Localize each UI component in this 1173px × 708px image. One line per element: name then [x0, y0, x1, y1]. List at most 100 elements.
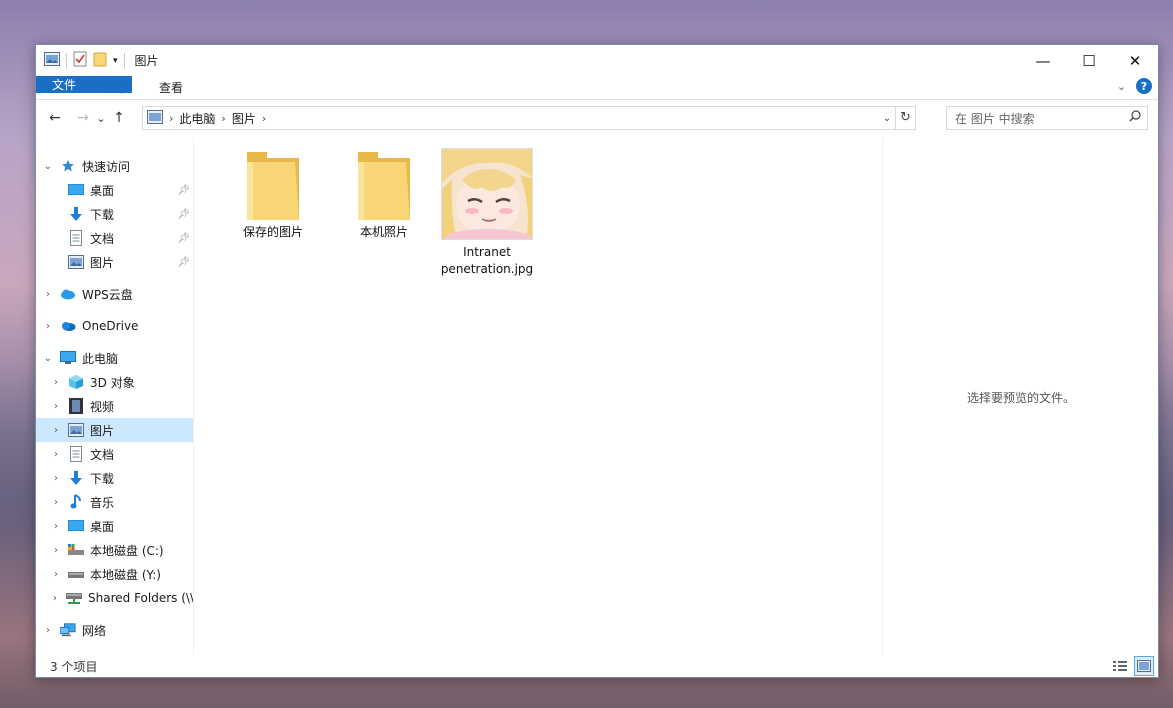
sidebar-item-shared-folders[interactable]: › Shared Folders (\\: [36, 586, 194, 610]
sidebar-item-label: 桌面: [90, 519, 115, 534]
tab-file[interactable]: 文件: [36, 76, 132, 93]
sidebar-item-label: OneDrive: [82, 319, 139, 333]
sidebar-item-desktop-pc[interactable]: › 桌面: [36, 514, 193, 538]
window-controls: — ☐ ✕: [1020, 45, 1158, 76]
file-item-folder[interactable]: 本机照片: [336, 148, 432, 241]
address-bar[interactable]: › 此电脑 › 图片 › ⌄ ↻: [142, 106, 916, 130]
sidebar-item-pictures[interactable]: › 图片: [36, 418, 193, 442]
collapsed-chevron-icon[interactable]: ›: [42, 625, 54, 636]
breadcrumb-separator-icon[interactable]: ›: [262, 112, 266, 125]
onedrive-icon: [60, 318, 76, 334]
main-body: ⌄ 快速访问 桌面 📌︎ 下载 📌︎ 文档 📌︎ 图片 📌︎ › WPS云盘 ›…: [36, 138, 1158, 655]
preview-message: 选择要预览的文件。: [966, 391, 1075, 405]
sidebar-item-drive-c[interactable]: › 本地磁盘 (C:): [36, 538, 193, 562]
image-thumbnail: [441, 148, 533, 240]
sidebar-item-downloads[interactable]: 下载 📌︎: [36, 202, 193, 226]
sidebar-item-pictures-quick[interactable]: 图片 📌︎: [36, 250, 193, 274]
properties-icon[interactable]: [73, 51, 87, 70]
cube-icon: [68, 374, 84, 390]
sidebar-item-downloads-pc[interactable]: › 下载: [36, 466, 193, 490]
sidebar-item-documents-pc[interactable]: › 文档: [36, 442, 193, 466]
desktop-icon: [68, 518, 84, 534]
search-icon[interactable]: [1129, 110, 1141, 126]
search-input[interactable]: 在 图片 中搜索: [955, 110, 1035, 127]
navigation-pane: ⌄ 快速访问 桌面 📌︎ 下载 📌︎ 文档 📌︎ 图片 📌︎ › WPS云盘 ›…: [36, 138, 194, 655]
breadcrumb-separator-icon[interactable]: ›: [163, 112, 173, 125]
explorer-window: ▾ 图片 — ☐ ✕ 文件 主页 共享 查看 ⌄ ? ← → ⌄ ↑: [35, 44, 1159, 678]
up-button[interactable]: ↑: [108, 110, 130, 126]
collapsed-chevron-icon[interactable]: ›: [50, 569, 62, 580]
divider: [123, 52, 125, 69]
sidebar-item-network[interactable]: › 网络: [36, 618, 193, 642]
collapsed-chevron-icon[interactable]: ›: [50, 425, 62, 436]
collapsed-chevron-icon[interactable]: ›: [50, 449, 62, 460]
sidebar-item-this-pc[interactable]: ⌄ 此电脑: [36, 346, 193, 370]
details-view-icon[interactable]: [1110, 656, 1130, 676]
sidebar-item-label: Shared Folders (\\: [88, 591, 194, 605]
navigation-bar: ← → ⌄ ↑ › 此电脑 › 图片 › ⌄ ↻ 在 图片 中搜索: [36, 100, 1158, 136]
ribbon-tabs: 文件 主页 共享 查看 ⌄ ?: [36, 76, 1158, 100]
collapsed-chevron-icon[interactable]: ›: [50, 401, 62, 412]
collapsed-chevron-icon[interactable]: ›: [50, 377, 62, 388]
collapsed-chevron-icon[interactable]: ›: [50, 497, 62, 508]
video-icon: [68, 398, 84, 414]
search-box[interactable]: 在 图片 中搜索: [946, 106, 1148, 130]
sidebar-item-videos[interactable]: › 视频: [36, 394, 193, 418]
sidebar-item-label: 文档: [90, 447, 115, 462]
close-button[interactable]: ✕: [1112, 45, 1158, 76]
sidebar-item-label: 此电脑: [82, 351, 119, 366]
sidebar-item-desktop[interactable]: 桌面 📌︎: [36, 178, 193, 202]
sidebar-item-label: 桌面: [90, 183, 115, 198]
recent-locations-button[interactable]: ⌄: [94, 112, 108, 125]
network-drive-icon: [66, 590, 83, 606]
sidebar-item-label: 快速访问: [82, 159, 131, 174]
pin-icon: 📌︎: [177, 184, 190, 196]
collapsed-chevron-icon[interactable]: ›: [50, 593, 60, 604]
collapsed-chevron-icon[interactable]: ›: [42, 321, 54, 332]
refresh-icon[interactable]: ↻: [895, 107, 915, 129]
file-item-image[interactable]: Intranet penetration.jpg: [439, 148, 535, 278]
drive-icon: [68, 542, 84, 558]
forward-button[interactable]: →: [72, 110, 94, 126]
large-icons-view-icon[interactable]: [1134, 656, 1154, 676]
network-icon: [60, 622, 76, 638]
desktop-icon: [68, 182, 84, 198]
breadcrumb-pictures[interactable]: 图片: [226, 110, 262, 127]
sidebar-item-label: 网络: [82, 623, 107, 638]
pictures-icon: [68, 422, 84, 438]
collapsed-chevron-icon[interactable]: ›: [50, 521, 62, 532]
status-bar: 3 个项目: [36, 655, 1158, 677]
help-icon[interactable]: ?: [1136, 78, 1152, 94]
file-name: Intranet penetration.jpg: [440, 245, 534, 276]
sidebar-item-3d-objects[interactable]: › 3D 对象: [36, 370, 193, 394]
expanded-chevron-icon[interactable]: ⌄: [42, 161, 54, 172]
file-list: 保存的图片 本机照片 Intranet penetration.jpg: [194, 138, 882, 655]
minimize-button[interactable]: —: [1020, 45, 1066, 76]
expand-ribbon-icon[interactable]: ⌄: [1117, 80, 1126, 93]
breadcrumb-this-pc[interactable]: 此电脑: [173, 110, 221, 127]
collapsed-chevron-icon[interactable]: ›: [50, 473, 62, 484]
expanded-chevron-icon[interactable]: ⌄: [42, 353, 54, 364]
folder-icon: [243, 148, 303, 220]
sidebar-item-documents[interactable]: 文档 📌︎: [36, 226, 193, 250]
new-folder-icon[interactable]: [93, 51, 107, 70]
sidebar-item-drive-y[interactable]: › 本地磁盘 (Y:): [36, 562, 193, 586]
sidebar-item-quick-access[interactable]: ⌄ 快速访问: [36, 154, 193, 178]
file-item-folder[interactable]: 保存的图片: [225, 148, 321, 241]
music-icon: [68, 494, 84, 510]
back-button[interactable]: ←: [44, 110, 66, 126]
collapsed-chevron-icon[interactable]: ›: [50, 545, 62, 556]
maximize-button[interactable]: ☐: [1066, 45, 1112, 76]
star-icon: [60, 158, 76, 174]
collapsed-chevron-icon[interactable]: ›: [42, 289, 54, 300]
customize-dropdown-icon[interactable]: ▾: [113, 56, 118, 66]
sidebar-item-wps-cloud[interactable]: › WPS云盘: [36, 282, 193, 306]
sidebar-item-music[interactable]: › 音乐: [36, 490, 193, 514]
item-count: 3 个项目: [50, 659, 98, 674]
sidebar-item-onedrive[interactable]: › OneDrive: [36, 314, 193, 338]
view-switcher: [1110, 656, 1154, 676]
window-icon: [44, 52, 60, 69]
address-dropdown-icon[interactable]: ⌄: [879, 113, 895, 124]
tab-view[interactable]: 查看: [144, 76, 198, 99]
file-name: 保存的图片: [242, 225, 303, 239]
